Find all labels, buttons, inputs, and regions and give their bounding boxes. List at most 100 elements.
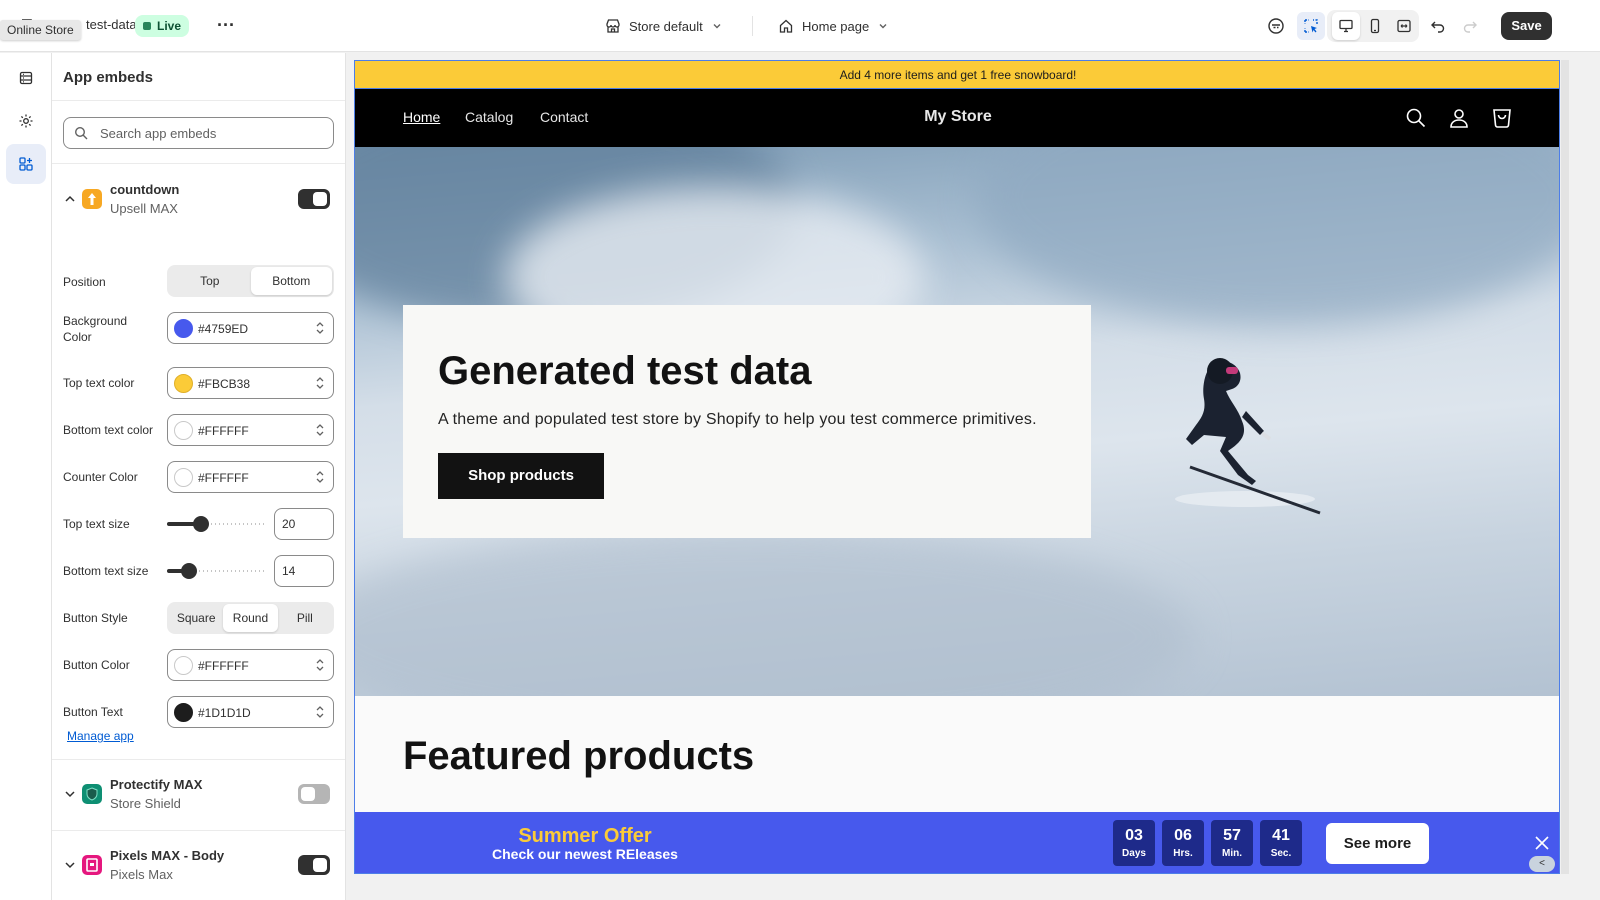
upsell-max-app-icon [82, 189, 102, 209]
live-badge-label: Live [157, 19, 182, 33]
hero-title: Generated test data [438, 349, 812, 393]
embed-toggle-countdown[interactable] [298, 189, 330, 209]
undo-button[interactable] [1424, 12, 1452, 40]
fullwidth-icon [1397, 19, 1411, 33]
button-color-picker[interactable]: #FFFFFF [167, 649, 334, 681]
embed-name: Protectify MAX [110, 777, 203, 792]
fullscreen-view-button[interactable] [1390, 12, 1418, 40]
account-icon[interactable] [1447, 106, 1471, 130]
store-header: Home Catalog Contact My Store [355, 89, 1559, 147]
mobile-view-button[interactable] [1361, 12, 1389, 40]
pixels-max-app-icon [82, 855, 102, 875]
redo-button[interactable] [1456, 12, 1484, 40]
button-style-label: Button Style [63, 611, 128, 625]
theme-settings-button[interactable] [6, 101, 46, 141]
save-button[interactable]: Save [1501, 12, 1552, 40]
position-option-top[interactable]: Top [169, 267, 251, 295]
button-style-option-square[interactable]: Square [169, 604, 223, 632]
accessibility-button[interactable] [1262, 12, 1290, 40]
bottom-text-size-slider[interactable] [167, 555, 267, 587]
page-selector[interactable]: Home page [778, 14, 889, 38]
sections-button[interactable] [6, 58, 46, 98]
gear-icon [19, 114, 33, 128]
hero-subtitle: A theme and populated test store by Shop… [438, 411, 1037, 428]
button-style-option-round[interactable]: Round [223, 604, 278, 632]
chevron-down-icon[interactable] [63, 787, 77, 801]
app-embed-protectify[interactable]: Protectify MAX Store Shield [52, 775, 345, 815]
live-dot-icon [143, 22, 151, 30]
search-field [63, 117, 334, 149]
search-icon[interactable] [1404, 106, 1428, 130]
color-swatch[interactable] [174, 656, 193, 675]
collapse-button[interactable]: < [1529, 856, 1555, 872]
panel-divider [52, 830, 345, 831]
bottom-text-size-input[interactable]: 14 [274, 555, 334, 587]
template-selector-label: Store default [629, 18, 703, 34]
countdown-value: 03 [1125, 827, 1143, 844]
panel-title: App embeds [63, 69, 154, 86]
search-input[interactable] [100, 124, 325, 142]
button-style-option-pill[interactable]: Pill [278, 604, 332, 632]
app-embed-countdown[interactable]: countdown Upsell MAX [52, 180, 345, 220]
position-option-bottom[interactable]: Bottom [250, 267, 332, 295]
color-swatch[interactable] [174, 468, 193, 487]
countdown-minutes: 57 Min. [1211, 820, 1253, 866]
countdown-unit: Min. [1222, 848, 1242, 859]
more-actions-button[interactable]: ··· [214, 14, 238, 38]
sections-icon [19, 71, 33, 85]
top-text-color-picker[interactable]: #FBCB38 [167, 367, 334, 399]
panel-divider [52, 100, 345, 101]
counter-color-picker[interactable]: #FFFFFF [167, 461, 334, 493]
editor-rail [0, 53, 52, 900]
color-swatch[interactable] [174, 374, 193, 393]
app-embeds-button[interactable] [6, 144, 46, 184]
embed-toggle-pixels[interactable] [298, 855, 330, 875]
online-store-tooltip: Online Store [0, 20, 81, 40]
search-icon [74, 126, 88, 140]
store-preview: Add 4 more items and get 1 free snowboar… [354, 60, 1560, 874]
panel-divider [52, 163, 345, 164]
color-value: #FBCB38 [198, 377, 251, 391]
button-color-label: Button Color [63, 658, 130, 672]
color-swatch[interactable] [174, 703, 193, 722]
embed-app-name: Pixels Max [110, 867, 173, 882]
top-text-size-slider[interactable] [167, 508, 267, 540]
position-label: Position [63, 275, 106, 289]
top-text-size-input[interactable]: 20 [274, 508, 334, 540]
cart-icon[interactable] [1490, 106, 1514, 130]
redo-icon [1463, 21, 1477, 33]
color-swatch[interactable] [174, 421, 193, 440]
inspector-button[interactable] [1297, 12, 1325, 40]
countdown-bottom-text: Check our newest REleases [492, 846, 678, 862]
store-brand[interactable]: My Store [355, 108, 1559, 126]
editor-topbar: test-data Online Store Live ··· Store de… [0, 0, 1600, 52]
featured-products-title: Featured products [403, 734, 755, 778]
store-shield-app-icon [82, 784, 102, 804]
shop-products-button[interactable]: Shop products [438, 453, 604, 499]
chevron-down-icon[interactable] [63, 858, 77, 872]
slider-thumb[interactable] [193, 516, 209, 532]
manage-app-link[interactable]: Manage app [67, 729, 134, 743]
chevron-down-icon [713, 24, 721, 29]
countdown-seconds: 41 Sec. [1260, 820, 1302, 866]
embed-app-name: Upsell MAX [110, 201, 178, 216]
color-swatch[interactable] [174, 319, 193, 338]
store-icon [606, 19, 620, 33]
button-text-color-picker[interactable]: #1D1D1D [167, 696, 334, 728]
app-embeds-panel: App embeds countdown Upsell MAX Position… [52, 53, 346, 900]
preview-scrollbar[interactable] [1561, 60, 1569, 874]
chevron-up-icon[interactable] [63, 192, 77, 206]
embed-toggle-protectify[interactable] [298, 784, 330, 804]
theme-name: test-data [86, 17, 137, 32]
desktop-view-button[interactable] [1332, 12, 1360, 40]
bottom-text-color-picker[interactable]: #FFFFFF [167, 414, 334, 446]
slider-thumb[interactable] [181, 563, 197, 579]
countdown-value: 57 [1223, 827, 1241, 844]
close-icon[interactable] [1533, 834, 1551, 852]
app-embed-pixels[interactable]: Pixels MAX - Body Pixels Max [52, 846, 345, 886]
announcement-bar[interactable]: Add 4 more items and get 1 free snowboar… [355, 61, 1559, 89]
background-color-picker[interactable]: #4759ED [167, 312, 334, 344]
see-more-button[interactable]: See more [1326, 823, 1429, 864]
countdown-days: 03 Days [1113, 820, 1155, 866]
template-selector[interactable]: Store default [605, 14, 723, 38]
